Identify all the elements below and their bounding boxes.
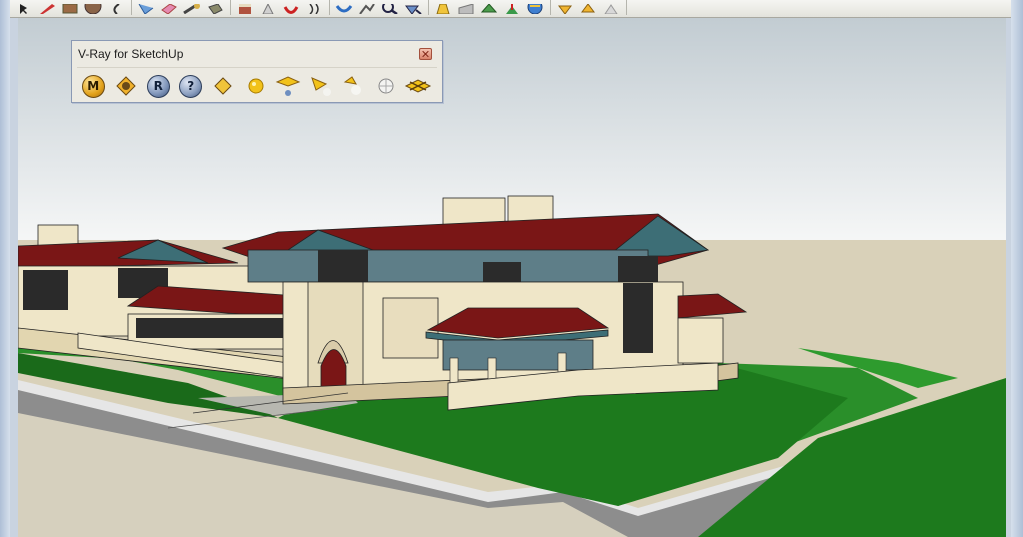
toolbar-group-edit: [132, 0, 231, 15]
toolbar-group-draw: [10, 0, 132, 15]
infinite-plane-button[interactable]: [402, 72, 435, 100]
omni-light-icon: [378, 78, 394, 94]
help-icon: ?: [179, 74, 203, 98]
vray-palette-title: V-Ray for SketchUp: [78, 47, 184, 61]
select-arrow-icon[interactable]: [13, 0, 34, 14]
toolbar-group-modify: [231, 0, 330, 15]
zoom-icon[interactable]: [379, 0, 400, 14]
infinite-plane-icon: [405, 79, 432, 93]
spot-light-icon: [310, 77, 331, 96]
previous-view-icon[interactable]: [432, 0, 453, 14]
omni-light-button[interactable]: [370, 72, 403, 100]
vray-toolbar: M R ?: [77, 67, 437, 102]
options-icon: [116, 76, 136, 96]
rectangle-light-button[interactable]: [272, 72, 305, 100]
section-plane-icon[interactable]: [501, 0, 522, 14]
paint-bucket-icon[interactable]: [204, 0, 225, 14]
rotate-icon[interactable]: [280, 0, 301, 14]
options-button[interactable]: [110, 72, 143, 100]
rectangle-light-icon: [275, 76, 301, 96]
move-icon[interactable]: [257, 0, 278, 14]
follow-me-icon[interactable]: [303, 0, 324, 14]
zoom-extents-icon[interactable]: [402, 0, 423, 14]
get-models-icon[interactable]: [524, 0, 545, 14]
eraser-icon[interactable]: [158, 0, 179, 14]
render-icon: R: [146, 74, 170, 98]
tape-measure-icon[interactable]: [181, 0, 202, 14]
circle-icon[interactable]: [82, 0, 103, 14]
next-view-icon[interactable]: [455, 0, 476, 14]
render-button[interactable]: R: [142, 72, 175, 100]
main-toolbar: [10, 0, 1011, 18]
material-editor-icon: M: [81, 74, 105, 98]
frame-buffer-button[interactable]: [207, 72, 240, 100]
pan-icon[interactable]: [356, 0, 377, 14]
toolbar-group-camera: [330, 0, 429, 15]
sphere-light-button[interactable]: [240, 72, 273, 100]
import-icon[interactable]: [554, 0, 575, 14]
ies-light-button[interactable]: [337, 72, 370, 100]
standard-views-icon[interactable]: [478, 0, 499, 14]
toolbar-group-views: [429, 0, 551, 15]
make-component-icon[interactable]: [135, 0, 156, 14]
toolbar-group-files: [551, 0, 627, 15]
export-icon[interactable]: [577, 0, 598, 14]
vray-palette[interactable]: V-Ray for SketchUp M R ?: [71, 40, 443, 103]
rectangle-icon[interactable]: [59, 0, 80, 14]
ies-light-icon: [343, 76, 362, 95]
orbit-icon[interactable]: [333, 0, 354, 14]
help-button[interactable]: ?: [175, 72, 208, 100]
material-editor-button[interactable]: M: [77, 72, 110, 100]
arc-icon[interactable]: [105, 0, 126, 14]
warehouse-icon[interactable]: [600, 0, 621, 14]
frame-buffer-icon: [214, 77, 232, 95]
push-pull-icon[interactable]: [234, 0, 255, 14]
window-left-border: [0, 0, 10, 537]
pencil-icon[interactable]: [36, 0, 57, 14]
sphere-light-icon: [248, 78, 264, 94]
window-right-border: [1011, 0, 1023, 537]
spot-light-button[interactable]: [305, 72, 338, 100]
close-icon[interactable]: [419, 48, 432, 60]
